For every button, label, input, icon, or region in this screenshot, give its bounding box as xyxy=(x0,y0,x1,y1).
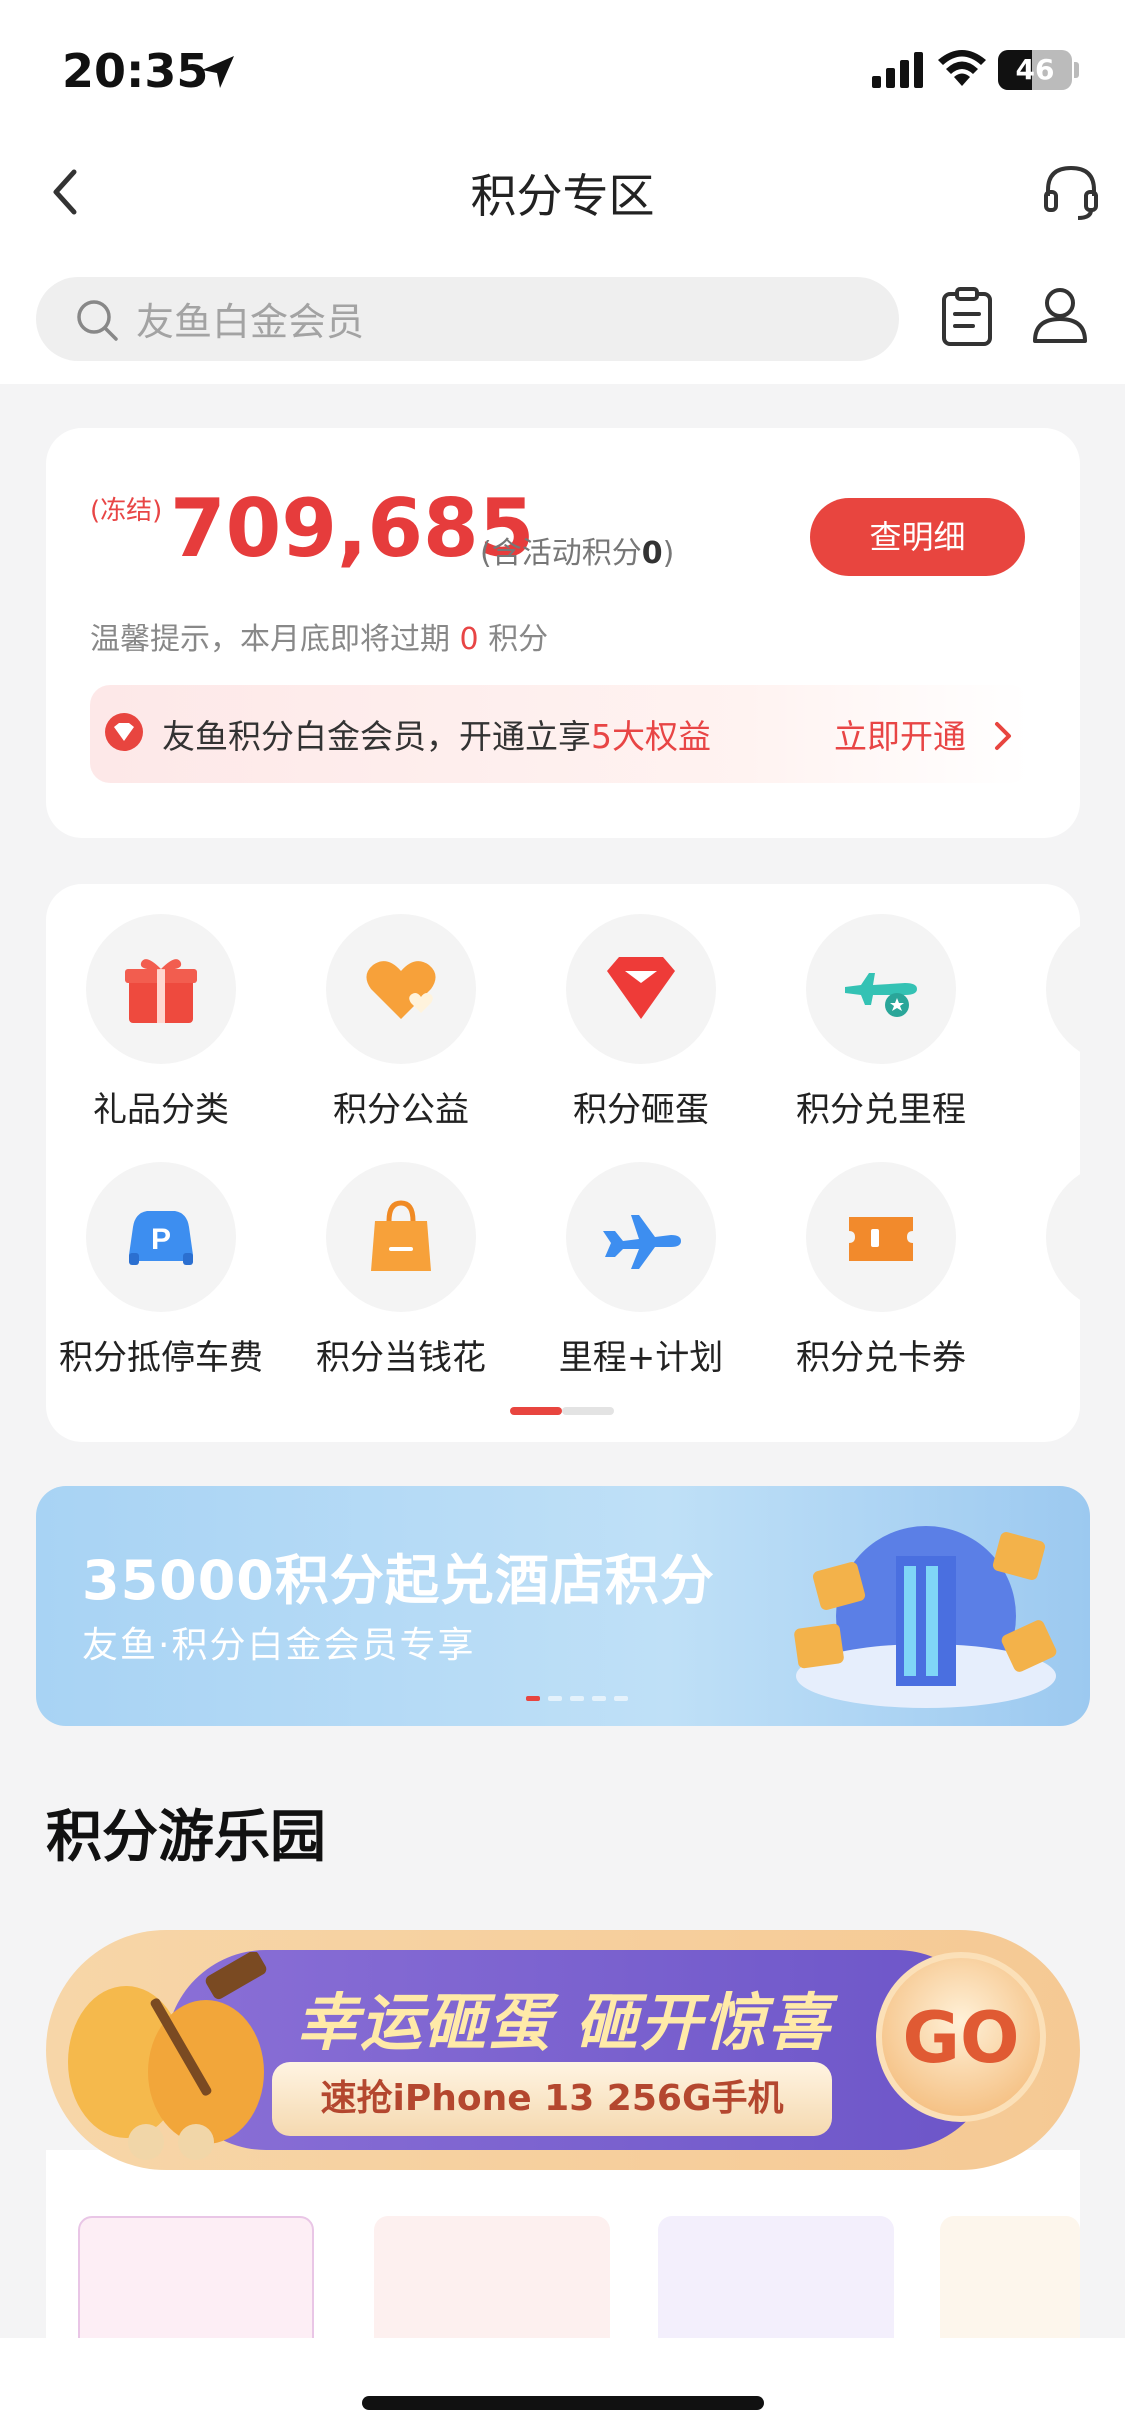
partial-icon xyxy=(1046,914,1080,1064)
category-label: 积分砸蛋 xyxy=(573,1090,709,1130)
gem-icon xyxy=(566,914,716,1064)
view-details-button[interactable]: 查明细 xyxy=(810,498,1025,576)
category-label: 积分兑里程 xyxy=(796,1090,966,1130)
status-time: 20:35 xyxy=(62,44,209,98)
category-label: 积分当钱花 xyxy=(316,1338,486,1378)
user-profile-icon[interactable] xyxy=(1030,285,1090,345)
page-dot xyxy=(548,1696,562,1701)
category-grid: 礼品分类 积分公益 积分砸蛋 积分兑里程 P 积分抵停车费 积分当钱花 里程+计… xyxy=(46,884,1080,1442)
category-label: 礼品分类 xyxy=(93,1090,229,1130)
vip-text-prefix: 友鱼积分白金会员，开通立享 xyxy=(162,717,591,756)
open-membership-link[interactable]: 立即开通 xyxy=(834,710,966,758)
svg-text:P: P xyxy=(151,1223,171,1256)
category-parking[interactable]: P 积分抵停车费 xyxy=(46,1162,276,1379)
activity-points-value: 0 xyxy=(641,536,663,571)
expiry-tip-suffix: 积分 xyxy=(488,622,549,657)
banner-title: 35000积分起兑酒店积分 xyxy=(82,1549,715,1612)
home-indicator-area xyxy=(0,2338,1125,2435)
signal-icon xyxy=(872,52,923,88)
partial-icon xyxy=(1046,1162,1080,1312)
expiry-tip: 温馨提示，本月底即将过期 0 积分 xyxy=(90,614,548,658)
category-charity[interactable]: 积分公益 xyxy=(286,914,516,1131)
category-label: 积分兑卡券 xyxy=(796,1338,966,1378)
section-title: 积分游乐园 xyxy=(46,1805,326,1870)
search-icon xyxy=(77,300,118,341)
category-miles-plan[interactable]: 里程+计划 xyxy=(526,1162,756,1379)
parking-car-icon: P xyxy=(86,1162,236,1312)
page-dot xyxy=(570,1696,584,1701)
clipboard-icon[interactable] xyxy=(940,286,994,348)
go-button[interactable]: GO xyxy=(876,1952,1046,2122)
vip-benefits-highlight: 5大权益 xyxy=(591,717,711,756)
category-label: 积分公益 xyxy=(333,1090,469,1130)
shopping-bag-icon xyxy=(326,1162,476,1312)
banner-subtitle: 友鱼·积分白金会员专享 xyxy=(82,1625,476,1666)
page-dot xyxy=(614,1696,628,1701)
activity-points-suffix: ) xyxy=(662,536,675,571)
category-label: 里程+计划 xyxy=(558,1338,724,1378)
battery-level: 46 xyxy=(1015,53,1055,86)
battery-indicator: 46 xyxy=(998,50,1072,90)
category-coupons[interactable]: 积分兑卡券 xyxy=(766,1162,996,1379)
page-title: 积分专区 xyxy=(470,169,655,223)
hotel-points-banner[interactable]: 35000积分起兑酒店积分 友鱼·积分白金会员专享 xyxy=(36,1486,1090,1726)
activity-points-note: (含活动积分0) xyxy=(480,528,674,572)
category-label: 积分抵停车费 xyxy=(59,1338,263,1378)
activity-points-prefix: (含活动积分 xyxy=(480,536,642,571)
chevron-right-icon[interactable] xyxy=(988,718,1018,754)
expiry-tip-value: 0 xyxy=(459,622,479,657)
customer-service-icon[interactable] xyxy=(1040,160,1102,222)
search-placeholder: 友鱼白金会员 xyxy=(136,300,365,344)
hotel-illustration-icon xyxy=(794,1526,1057,1708)
page-dot xyxy=(592,1696,606,1701)
wifi-icon xyxy=(938,50,986,86)
search-input[interactable]: 友鱼白金会员 xyxy=(36,277,899,361)
category-label: 积分 xyxy=(1006,1082,1080,1131)
egg-title: 幸运砸蛋 砸开惊喜 xyxy=(296,1986,832,2059)
category-gifts[interactable]: 礼品分类 xyxy=(46,914,276,1131)
home-indicator[interactable] xyxy=(362,2396,764,2410)
battery-tip xyxy=(1074,62,1079,78)
heart-icon xyxy=(326,914,476,1064)
page-dot-active xyxy=(526,1696,540,1701)
vip-diamond-icon xyxy=(105,713,143,751)
page-dot-active xyxy=(510,1407,562,1415)
page-dot xyxy=(562,1407,614,1415)
vip-membership-text: 友鱼积分白金会员，开通立享5大权益 xyxy=(162,710,711,758)
frozen-label: (冻结) xyxy=(90,496,163,526)
banner-page-indicator xyxy=(526,1686,636,1705)
airplane-icon xyxy=(566,1162,716,1312)
golden-egg-icon xyxy=(68,1952,267,2160)
lucky-egg-banner[interactable]: 幸运砸蛋 砸开惊喜 速抢iPhone 13 256G手机 GO xyxy=(46,1912,1080,2172)
category-partial[interactable]: 云 xyxy=(1006,1162,1080,1379)
category-label: 云 xyxy=(1006,1330,1080,1379)
expiry-tip-prefix: 温馨提示，本月底即将过期 xyxy=(90,622,450,657)
category-egg-smash[interactable]: 积分砸蛋 xyxy=(526,914,756,1131)
ticket-icon xyxy=(806,1162,956,1312)
egg-prize-label: 速抢iPhone 13 256G手机 xyxy=(272,2062,832,2136)
category-partial[interactable]: 积分 xyxy=(1006,914,1080,1131)
gift-icon xyxy=(86,914,236,1064)
category-miles[interactable]: 积分兑里程 xyxy=(766,914,996,1131)
location-arrow-icon xyxy=(202,56,234,88)
plane-icon xyxy=(806,914,956,1064)
category-cash[interactable]: 积分当钱花 xyxy=(286,1162,516,1379)
